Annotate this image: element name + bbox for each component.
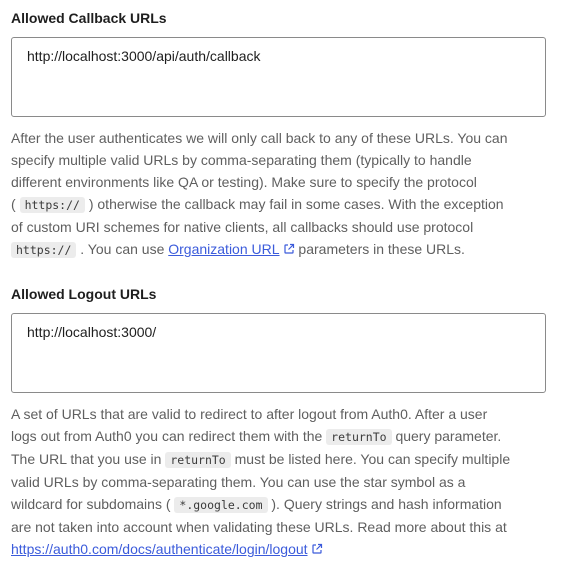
logout-docs-link[interactable]: https://auth0.com/docs/authenticate/logi…: [11, 541, 308, 557]
help-line: different environments like QA or testin…: [11, 174, 477, 190]
help-line: of custom URI schemes for native clients…: [11, 219, 474, 235]
help-line: wildcard for subdomains ( *.google.com )…: [11, 496, 502, 513]
help-line: The URL that you use in returnTo must be…: [11, 451, 511, 468]
callback-urls-help: After the user authenticates we will onl…: [11, 127, 556, 261]
help-line: https:// . You can use Organization URL …: [11, 238, 556, 261]
help-line: A set of URLs that are valid to redirect…: [11, 406, 488, 422]
logout-urls-input[interactable]: http://localhost:3000/: [11, 313, 546, 393]
help-line: ( https:// ) otherwise the callback may …: [11, 196, 504, 213]
returnto-code: returnTo: [165, 452, 231, 468]
help-line: specify multiple valid URLs by comma-sep…: [11, 152, 472, 168]
https-code: https://: [11, 242, 77, 258]
help-line: https://auth0.com/docs/authenticate/logi…: [11, 538, 556, 560]
logout-urls-help: A set of URLs that are valid to redirect…: [11, 403, 556, 560]
help-line: logs out from Auth0 you can redirect the…: [11, 428, 502, 445]
logout-urls-value: http://localhost:3000/: [27, 324, 157, 340]
returnto-code: returnTo: [326, 429, 392, 445]
wildcard-code: *.google.com: [174, 497, 268, 513]
https-code: https://: [19, 197, 85, 213]
help-line: valid URLs by comma-separating them. You…: [11, 474, 466, 490]
external-link-icon[interactable]: [311, 543, 323, 555]
callback-urls-input[interactable]: http://localhost:3000/api/auth/callback: [11, 37, 546, 117]
organization-url-link[interactable]: Organization URL: [168, 241, 279, 257]
help-line: are not taken into account when validati…: [11, 519, 507, 535]
external-link-icon[interactable]: [283, 243, 295, 255]
logout-urls-label: Allowed Logout URLs: [11, 286, 157, 302]
callback-urls-label: Allowed Callback URLs: [11, 10, 167, 26]
callback-urls-value: http://localhost:3000/api/auth/callback: [27, 48, 261, 64]
help-line: After the user authenticates we will onl…: [11, 130, 508, 146]
